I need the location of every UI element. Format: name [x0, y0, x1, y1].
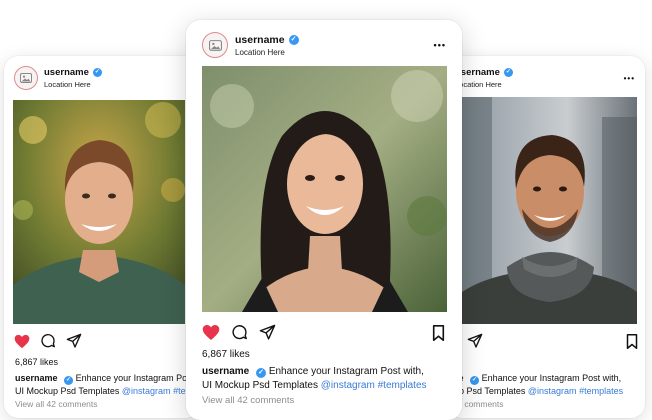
share-icon[interactable] — [259, 324, 276, 341]
hashtag-link[interactable]: #templates — [378, 380, 427, 391]
share-icon[interactable] — [66, 333, 82, 349]
more-icon[interactable]: ••• — [434, 40, 446, 50]
verified-icon: ✓ — [64, 376, 74, 385]
avatar[interactable] — [202, 32, 228, 58]
view-all-comments-link[interactable]: View all 42 comments — [15, 399, 98, 409]
share-icon[interactable] — [467, 333, 483, 349]
caption-username[interactable]: username — [202, 366, 249, 377]
photo-man-smiling — [13, 100, 185, 324]
caption-text: Enhance your Instagram Post with, — [75, 373, 200, 383]
view-all-comments-link[interactable]: View all 42 comments — [202, 395, 294, 406]
caption-line2: UI Mockup Psd Templates — [15, 386, 120, 396]
verified-icon: ✓ — [92, 68, 102, 77]
verified-icon: ✓ — [256, 368, 267, 378]
likes-count[interactable]: 6,867 likes — [202, 349, 250, 360]
photo-woman-smiling — [202, 66, 447, 312]
username-label[interactable]: username ✓ — [44, 67, 102, 78]
post-image[interactable] — [13, 100, 185, 324]
post-card-right: username ✓ Location Here ••• ✓ Enhance y… — [447, 56, 645, 418]
caption: username ✓ Enhance your Instagram Post w… — [202, 365, 427, 392]
username-text[interactable]: username — [235, 34, 285, 46]
photo-man-scarf — [462, 97, 637, 324]
hashtag-link[interactable]: #templates — [579, 386, 623, 396]
bookmark-icon[interactable] — [432, 325, 445, 341]
heart-icon[interactable] — [202, 324, 220, 341]
post-header: username ✓ Location Here — [14, 66, 102, 90]
location-label[interactable]: Location Here — [235, 48, 299, 57]
image-placeholder-icon — [208, 39, 222, 51]
likes-count[interactable]: 6,867 likes — [15, 357, 58, 367]
more-icon[interactable]: ••• — [624, 74, 635, 83]
username-text[interactable]: username — [44, 67, 89, 78]
mention-link[interactable]: @instagram — [122, 386, 171, 396]
post-card-center: username ✓ Location Here ••• 6,867 likes… — [186, 20, 462, 420]
caption-text: Enhance your Instagram Post with, — [481, 373, 622, 383]
username-label[interactable]: username ✓ — [455, 67, 513, 78]
verified-icon: ✓ — [288, 34, 299, 45]
post-image[interactable] — [202, 66, 447, 312]
location-label[interactable]: Location Here — [44, 80, 102, 89]
action-bar — [202, 324, 276, 341]
comment-icon[interactable] — [231, 324, 248, 341]
bookmark-icon[interactable] — [626, 334, 638, 349]
mention-link[interactable]: @instagram — [528, 386, 577, 396]
caption-username[interactable]: username — [15, 373, 58, 383]
verified-icon: ✓ — [503, 68, 513, 77]
action-bar — [14, 333, 82, 349]
comment-icon[interactable] — [40, 333, 56, 349]
location-label[interactable]: Location Here — [455, 80, 513, 89]
verified-icon: ✓ — [470, 376, 480, 385]
avatar[interactable] — [14, 66, 38, 90]
caption-line2: UI Mockup Psd Templates — [202, 379, 318, 391]
mention-link[interactable]: @instagram — [321, 380, 375, 391]
heart-icon[interactable] — [14, 334, 30, 349]
username-label[interactable]: username ✓ — [235, 34, 299, 46]
post-card-left: username ✓ Location Here 6,867 likes use… — [4, 56, 200, 418]
caption-text: Enhance your Instagram Post with, — [268, 366, 424, 377]
action-bar — [467, 333, 483, 349]
image-placeholder-icon — [20, 73, 32, 83]
post-image[interactable] — [462, 97, 637, 324]
caption: username ✓ Enhance your Instagram Post w… — [447, 372, 623, 397]
post-header: username ✓ Location Here — [202, 32, 299, 58]
caption: username ✓ Enhance your Instagram Post w… — [15, 372, 200, 397]
